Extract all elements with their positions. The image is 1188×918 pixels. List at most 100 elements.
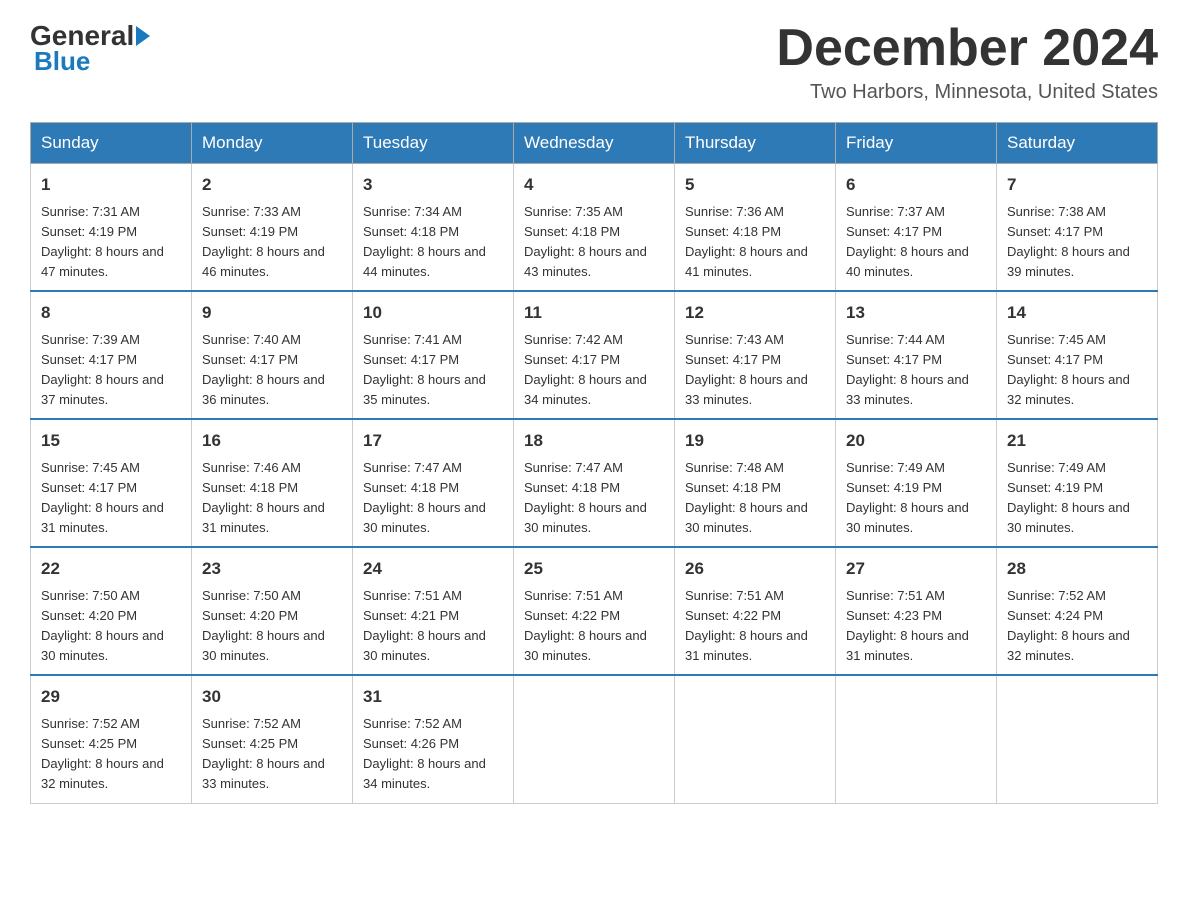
- day-info: Sunrise: 7:46 AMSunset: 4:18 PMDaylight:…: [202, 458, 342, 539]
- day-info: Sunrise: 7:39 AMSunset: 4:17 PMDaylight:…: [41, 330, 181, 411]
- calendar-day-cell: 16 Sunrise: 7:46 AMSunset: 4:18 PMDayligh…: [192, 419, 353, 547]
- day-info: Sunrise: 7:49 AMSunset: 4:19 PMDaylight:…: [1007, 458, 1147, 539]
- calendar-day-cell: [836, 675, 997, 803]
- day-info: Sunrise: 7:31 AMSunset: 4:19 PMDaylight:…: [41, 202, 181, 283]
- calendar-day-cell: 18 Sunrise: 7:47 AMSunset: 4:18 PMDayligh…: [514, 419, 675, 547]
- calendar-day-cell: 10Sunrise: 7:41 AMSunset: 4:17 PMDayligh…: [353, 291, 514, 419]
- day-number: 19: [685, 428, 825, 454]
- day-number: 26: [685, 556, 825, 582]
- calendar-day-cell: 14 Sunrise: 7:45 AMSunset: 4:17 PMDayligh…: [997, 291, 1158, 419]
- day-number: 13: [846, 300, 986, 326]
- column-header-sunday: Sunday: [31, 123, 192, 164]
- day-number: 24: [363, 556, 503, 582]
- calendar-table: SundayMondayTuesdayWednesdayThursdayFrid…: [30, 122, 1158, 803]
- calendar-day-cell: 1 Sunrise: 7:31 AMSunset: 4:19 PMDaylight…: [31, 164, 192, 292]
- column-header-saturday: Saturday: [997, 123, 1158, 164]
- day-info: Sunrise: 7:51 AMSunset: 4:23 PMDaylight:…: [846, 586, 986, 667]
- day-info: Sunrise: 7:35 AMSunset: 4:18 PMDaylight:…: [524, 202, 664, 283]
- day-number: 8: [41, 300, 181, 326]
- logo-arrow-icon: [136, 26, 150, 46]
- day-info: Sunrise: 7:40 AMSunset: 4:17 PMDaylight:…: [202, 330, 342, 411]
- day-info: Sunrise: 7:33 AMSunset: 4:19 PMDaylight:…: [202, 202, 342, 283]
- calendar-day-cell: 11 Sunrise: 7:42 AMSunset: 4:17 PMDayligh…: [514, 291, 675, 419]
- calendar-week-row: 29 Sunrise: 7:52 AMSunset: 4:25 PMDayligh…: [31, 675, 1158, 803]
- day-number: 30: [202, 684, 342, 710]
- calendar-day-cell: 3 Sunrise: 7:34 AMSunset: 4:18 PMDaylight…: [353, 164, 514, 292]
- day-number: 27: [846, 556, 986, 582]
- day-number: 4: [524, 172, 664, 198]
- calendar-day-cell: 31Sunrise: 7:52 AMSunset: 4:26 PMDayligh…: [353, 675, 514, 803]
- day-info: Sunrise: 7:51 AMSunset: 4:22 PMDaylight:…: [524, 586, 664, 667]
- day-info: Sunrise: 7:52 AMSunset: 4:24 PMDaylight:…: [1007, 586, 1147, 667]
- calendar-week-row: 15 Sunrise: 7:45 AMSunset: 4:17 PMDayligh…: [31, 419, 1158, 547]
- calendar-day-cell: 19 Sunrise: 7:48 AMSunset: 4:18 PMDayligh…: [675, 419, 836, 547]
- day-info: Sunrise: 7:45 AMSunset: 4:17 PMDaylight:…: [1007, 330, 1147, 411]
- column-header-friday: Friday: [836, 123, 997, 164]
- day-info: Sunrise: 7:37 AMSunset: 4:17 PMDaylight:…: [846, 202, 986, 283]
- day-info: Sunrise: 7:47 AMSunset: 4:18 PMDaylight:…: [524, 458, 664, 539]
- day-number: 10: [363, 300, 503, 326]
- day-number: 29: [41, 684, 181, 710]
- day-number: 6: [846, 172, 986, 198]
- column-header-monday: Monday: [192, 123, 353, 164]
- day-number: 12: [685, 300, 825, 326]
- day-number: 5: [685, 172, 825, 198]
- day-number: 9: [202, 300, 342, 326]
- column-header-thursday: Thursday: [675, 123, 836, 164]
- day-number: 1: [41, 172, 181, 198]
- page-header: General Blue December 2024 Two Harbors, …: [30, 20, 1158, 104]
- calendar-day-cell: 13Sunrise: 7:44 AMSunset: 4:17 PMDayligh…: [836, 291, 997, 419]
- calendar-day-cell: 7Sunrise: 7:38 AMSunset: 4:17 PMDaylight…: [997, 164, 1158, 292]
- day-info: Sunrise: 7:34 AMSunset: 4:18 PMDaylight:…: [363, 202, 503, 283]
- calendar-day-cell: 24 Sunrise: 7:51 AMSunset: 4:21 PMDayligh…: [353, 547, 514, 675]
- calendar-week-row: 22Sunrise: 7:50 AMSunset: 4:20 PMDayligh…: [31, 547, 1158, 675]
- month-title: December 2024: [776, 20, 1158, 77]
- day-info: Sunrise: 7:48 AMSunset: 4:18 PMDaylight:…: [685, 458, 825, 539]
- calendar-day-cell: 26 Sunrise: 7:51 AMSunset: 4:22 PMDayligh…: [675, 547, 836, 675]
- day-info: Sunrise: 7:43 AMSunset: 4:17 PMDaylight:…: [685, 330, 825, 411]
- column-header-tuesday: Tuesday: [353, 123, 514, 164]
- day-number: 21: [1007, 428, 1147, 454]
- day-number: 14: [1007, 300, 1147, 326]
- day-number: 2: [202, 172, 342, 198]
- day-info: Sunrise: 7:51 AMSunset: 4:22 PMDaylight:…: [685, 586, 825, 667]
- column-header-wednesday: Wednesday: [514, 123, 675, 164]
- day-info: Sunrise: 7:52 AMSunset: 4:25 PMDaylight:…: [202, 714, 342, 795]
- day-number: 11: [524, 300, 664, 326]
- location-subtitle: Two Harbors, Minnesota, United States: [776, 81, 1158, 104]
- calendar-week-row: 1 Sunrise: 7:31 AMSunset: 4:19 PMDaylight…: [31, 164, 1158, 292]
- day-number: 28: [1007, 556, 1147, 582]
- calendar-day-cell: 25 Sunrise: 7:51 AMSunset: 4:22 PMDayligh…: [514, 547, 675, 675]
- calendar-header-row: SundayMondayTuesdayWednesdayThursdayFrid…: [31, 123, 1158, 164]
- calendar-day-cell: 15 Sunrise: 7:45 AMSunset: 4:17 PMDayligh…: [31, 419, 192, 547]
- day-number: 23: [202, 556, 342, 582]
- calendar-day-cell: 29 Sunrise: 7:52 AMSunset: 4:25 PMDayligh…: [31, 675, 192, 803]
- calendar-day-cell: 2 Sunrise: 7:33 AMSunset: 4:19 PMDaylight…: [192, 164, 353, 292]
- calendar-day-cell: 12 Sunrise: 7:43 AMSunset: 4:17 PMDayligh…: [675, 291, 836, 419]
- calendar-day-cell: 30 Sunrise: 7:52 AMSunset: 4:25 PMDayligh…: [192, 675, 353, 803]
- day-number: 3: [363, 172, 503, 198]
- day-info: Sunrise: 7:52 AMSunset: 4:25 PMDaylight:…: [41, 714, 181, 795]
- logo: General Blue: [30, 20, 152, 77]
- day-number: 25: [524, 556, 664, 582]
- day-number: 18: [524, 428, 664, 454]
- day-info: Sunrise: 7:45 AMSunset: 4:17 PMDaylight:…: [41, 458, 181, 539]
- day-number: 16: [202, 428, 342, 454]
- day-number: 22: [41, 556, 181, 582]
- calendar-day-cell: [514, 675, 675, 803]
- calendar-day-cell: [675, 675, 836, 803]
- calendar-day-cell: 6 Sunrise: 7:37 AMSunset: 4:17 PMDaylight…: [836, 164, 997, 292]
- calendar-day-cell: 8 Sunrise: 7:39 AMSunset: 4:17 PMDaylight…: [31, 291, 192, 419]
- day-number: 15: [41, 428, 181, 454]
- calendar-day-cell: [997, 675, 1158, 803]
- calendar-day-cell: 5 Sunrise: 7:36 AMSunset: 4:18 PMDaylight…: [675, 164, 836, 292]
- day-info: Sunrise: 7:47 AMSunset: 4:18 PMDaylight:…: [363, 458, 503, 539]
- day-info: Sunrise: 7:42 AMSunset: 4:17 PMDaylight:…: [524, 330, 664, 411]
- day-number: 20: [846, 428, 986, 454]
- title-section: December 2024 Two Harbors, Minnesota, Un…: [776, 20, 1158, 104]
- calendar-day-cell: 23Sunrise: 7:50 AMSunset: 4:20 PMDayligh…: [192, 547, 353, 675]
- day-info: Sunrise: 7:36 AMSunset: 4:18 PMDaylight:…: [685, 202, 825, 283]
- logo-blue-text: Blue: [34, 46, 90, 76]
- day-info: Sunrise: 7:51 AMSunset: 4:21 PMDaylight:…: [363, 586, 503, 667]
- calendar-day-cell: 20Sunrise: 7:49 AMSunset: 4:19 PMDayligh…: [836, 419, 997, 547]
